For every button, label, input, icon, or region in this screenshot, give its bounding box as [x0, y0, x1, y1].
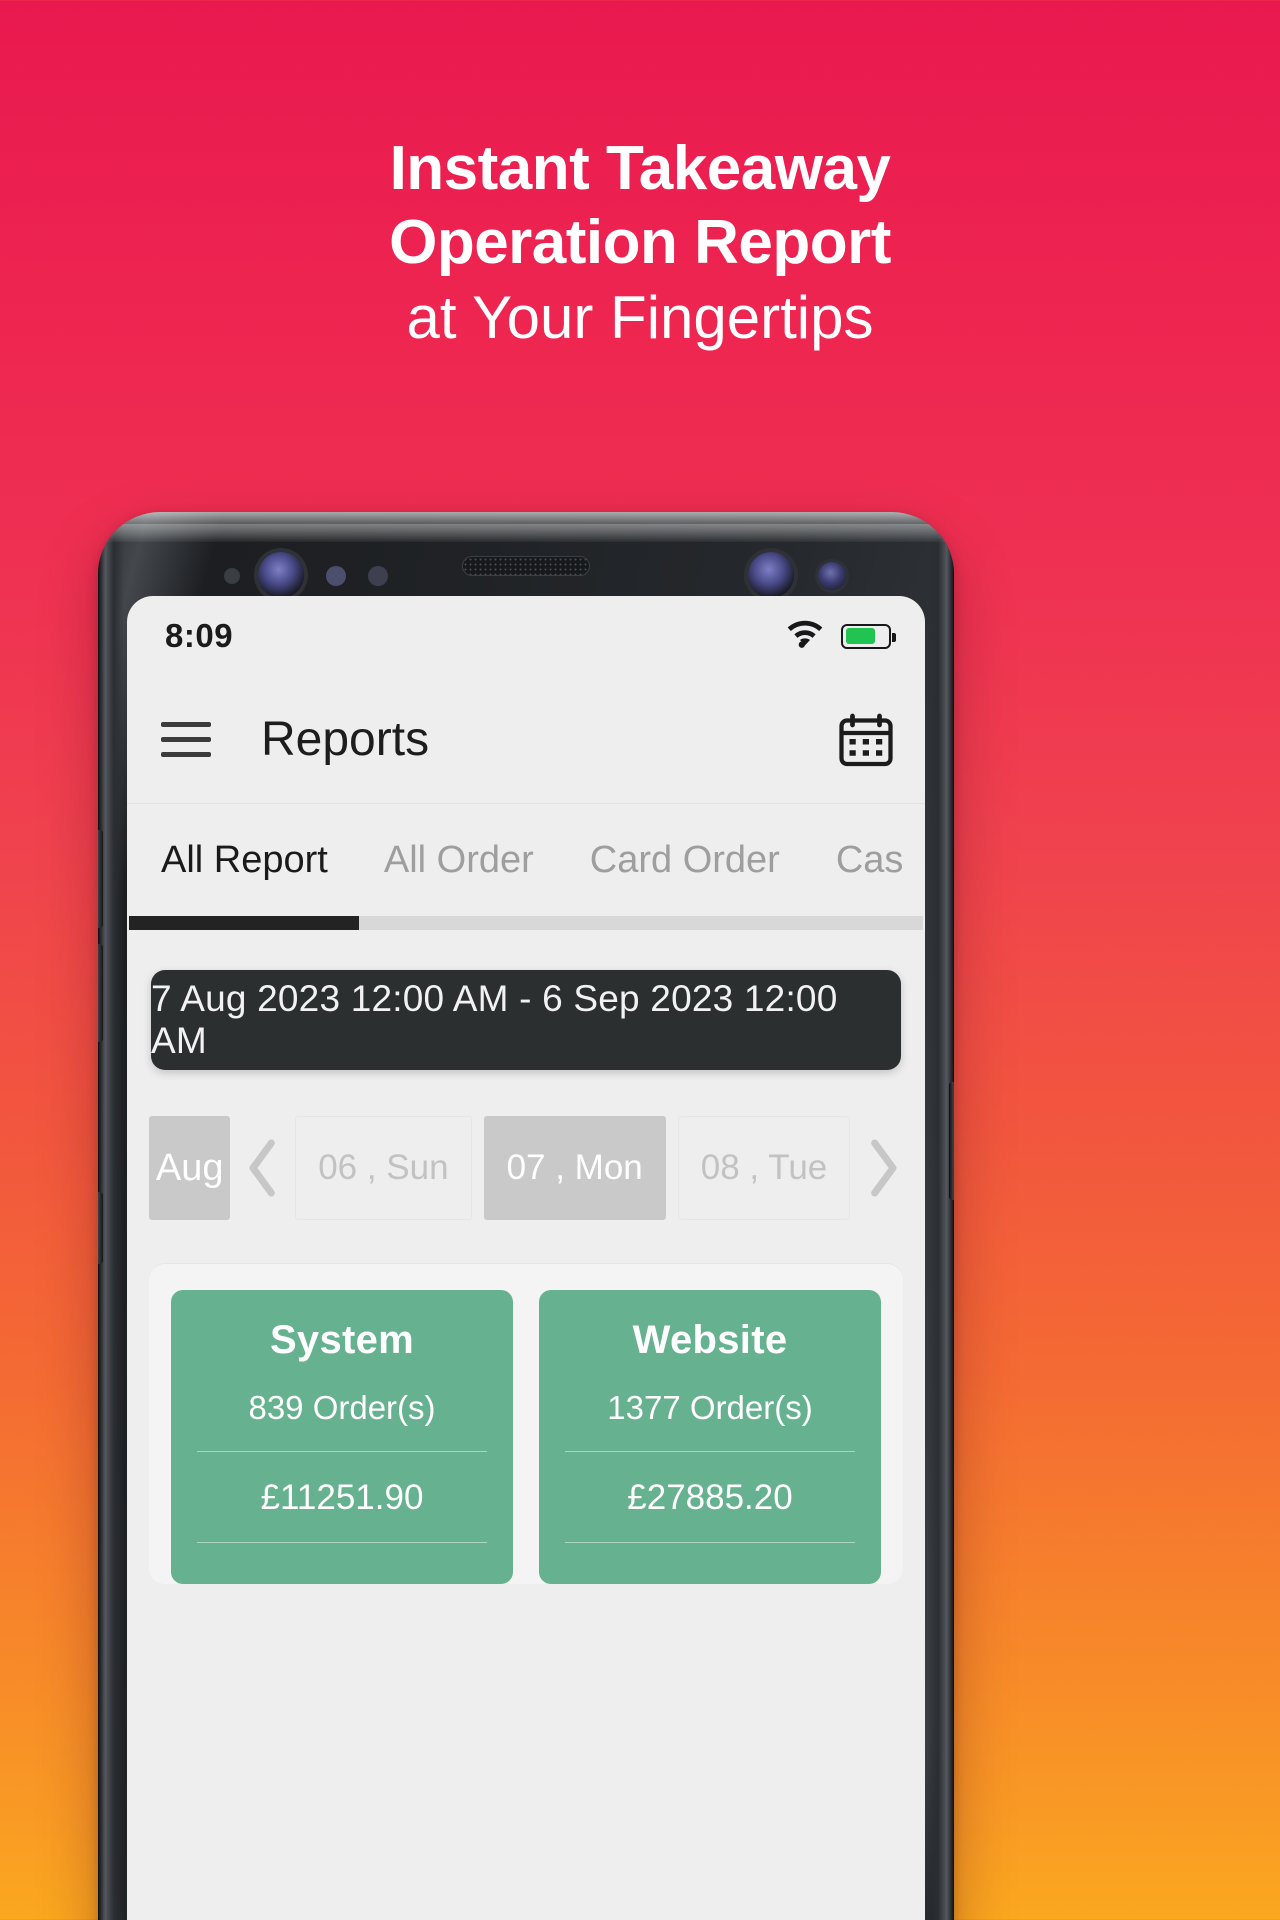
phone-bezel-right — [928, 512, 954, 1920]
card-divider-2 — [197, 1542, 487, 1543]
headline-line-3: at Your Fingertips — [406, 284, 874, 351]
day-selector: Aug 06 , Sun 07 , Mon 08 , Tue — [127, 1116, 925, 1220]
app-bar: Reports — [127, 676, 925, 804]
iris-sensor-dot — [326, 566, 346, 586]
headline-line-1: Instant Takeaway — [389, 134, 891, 203]
bezel-gloss-2 — [110, 524, 942, 542]
day-chip-08-tue[interactable]: 08 , Tue — [677, 1116, 851, 1220]
tab-cash-order[interactable]: Cas — [836, 839, 904, 882]
summary-card-website[interactable]: Website 1377 Order(s) £27885.20 — [539, 1290, 881, 1584]
earpiece-speaker — [462, 556, 590, 576]
promo-headline: Instant Takeaway Operation Report at You… — [0, 132, 1280, 356]
bezel-gloss — [98, 512, 954, 542]
tab-all-report[interactable]: All Report — [161, 839, 328, 882]
day-chip-07-mon[interactable]: 07 , Mon — [483, 1116, 666, 1220]
card-amount: £11251.90 — [260, 1478, 424, 1517]
iris-led-dot — [818, 562, 846, 590]
chevron-right-icon[interactable] — [862, 1136, 903, 1200]
phone-mockup: 8:09 Reports All Report All Order Card O… — [98, 512, 954, 1920]
volume-up-button[interactable] — [98, 830, 103, 928]
chevron-left-icon[interactable] — [242, 1136, 283, 1200]
day-chip-06-sun[interactable]: 06 , Sun — [295, 1116, 472, 1220]
light-sensor-dot — [368, 566, 388, 586]
card-order-count: 1377 Order(s) — [607, 1389, 813, 1426]
card-order-count: 839 Order(s) — [248, 1389, 436, 1426]
status-bar-clock: 8:09 — [165, 617, 234, 654]
card-divider-2 — [565, 1542, 855, 1543]
status-bar: 8:09 — [127, 596, 925, 676]
headline-line-2: Operation Report — [389, 208, 891, 277]
report-tabs[interactable]: All Report All Order Card Order Cas — [127, 804, 925, 916]
summary-cards: System 839 Order(s) £11251.90 Website 13… — [149, 1264, 903, 1584]
power-button[interactable] — [949, 1082, 954, 1200]
page-title: Reports — [261, 713, 430, 766]
proximity-sensor-dot — [224, 568, 240, 584]
tab-card-order[interactable]: Card Order — [590, 839, 780, 882]
summary-card-system[interactable]: System 839 Order(s) £11251.90 — [171, 1290, 513, 1584]
month-chip[interactable]: Aug — [149, 1116, 231, 1220]
battery-icon — [841, 623, 896, 649]
volume-down-button[interactable] — [98, 944, 103, 1042]
card-amount: £27885.20 — [627, 1478, 793, 1517]
phone-screen: 8:09 Reports All Report All Order Card O… — [127, 596, 925, 1920]
date-range-field[interactable]: 7 Aug 2023 12:00 AM - 6 Sep 2023 12:00 A… — [151, 970, 901, 1070]
assistant-button[interactable] — [98, 1192, 103, 1264]
front-camera-right — [748, 552, 794, 598]
tab-scroll-indicator[interactable] — [129, 916, 923, 930]
card-title: System — [269, 1318, 415, 1362]
wifi-icon — [785, 619, 825, 654]
front-camera-left — [258, 552, 304, 598]
card-title: Website — [632, 1318, 788, 1362]
hamburger-menu-icon[interactable] — [161, 722, 211, 757]
tab-all-order[interactable]: All Order — [384, 839, 534, 882]
calendar-icon[interactable] — [835, 710, 897, 770]
